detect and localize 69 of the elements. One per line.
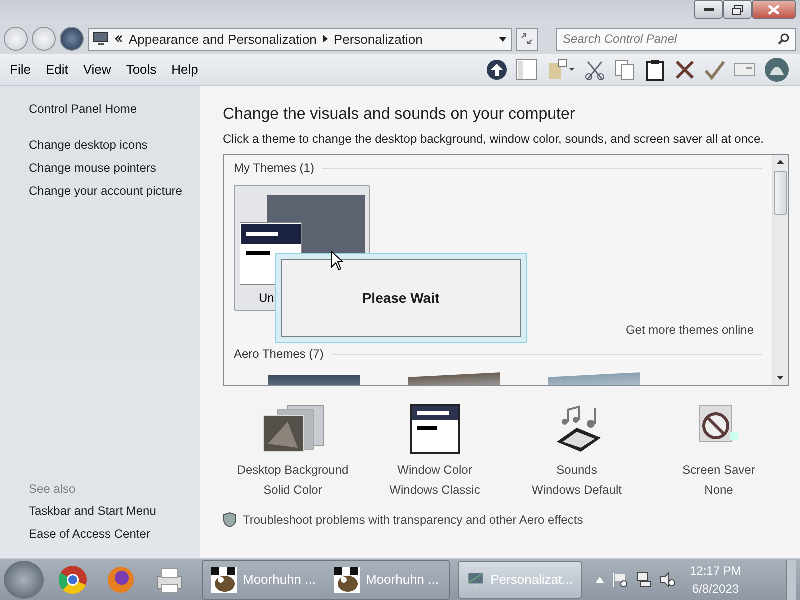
menu-item[interactable]: Edit xyxy=(46,62,68,77)
minimize-icon xyxy=(704,8,714,12)
menu-item[interactable]: Help xyxy=(172,62,198,77)
copy-icon[interactable] xyxy=(614,58,636,80)
get-more-themes-link[interactable]: Get more themes online xyxy=(626,323,754,337)
bird-icon xyxy=(211,566,237,592)
sidebar-link[interactable]: Change desktop icons xyxy=(29,134,200,157)
start-button[interactable] xyxy=(4,560,44,598)
chrome-icon[interactable] xyxy=(58,564,88,594)
close-button[interactable] xyxy=(752,0,796,19)
search-field[interactable]: Search Control Panel xyxy=(556,28,796,50)
sidebar-link[interactable]: Change mouse pointers xyxy=(29,157,200,180)
refresh-icon xyxy=(520,32,534,46)
clipboard-icon[interactable] xyxy=(644,58,666,80)
page-title: Change the visuals and sounds on your computer xyxy=(223,106,576,124)
address-bar[interactable]: Appearance and Personalization Personalization xyxy=(88,28,512,50)
close-icon xyxy=(768,4,780,14)
group-heading: My Themes (1) xyxy=(234,161,314,175)
sidebar-link[interactable]: Ease of Access Center xyxy=(29,523,200,546)
dropdown-icon xyxy=(499,36,507,42)
menu-item[interactable]: Tools xyxy=(126,62,157,77)
window-icon xyxy=(410,404,460,454)
sidebar-link[interactable]: Taskbar and Start Menu xyxy=(29,500,200,523)
clock-date: 6/8/2023 xyxy=(692,580,740,598)
network-icon[interactable] xyxy=(636,572,652,588)
dialog-message: Please Wait xyxy=(281,259,521,337)
menu-item[interactable]: View xyxy=(83,62,112,77)
scroll-up-icon[interactable] xyxy=(777,160,784,164)
x-mark-icon[interactable] xyxy=(674,58,696,80)
search-icon xyxy=(778,32,790,44)
check-mark-icon[interactable] xyxy=(704,58,726,80)
monitor-icon xyxy=(93,32,109,46)
restore-icon xyxy=(732,4,744,14)
pane-icon[interactable] xyxy=(516,58,538,80)
scrollbar-thumb[interactable] xyxy=(774,171,787,215)
chevron-icon xyxy=(115,35,123,43)
theme-setting[interactable]: Window Color Windows Classic xyxy=(365,404,505,500)
firefox-icon[interactable] xyxy=(106,564,136,594)
arrow-right-icon xyxy=(322,35,328,43)
sidebar-link[interactable]: Control Panel Home xyxy=(29,98,200,121)
refresh-button[interactable] xyxy=(516,28,538,50)
breadcrumb[interactable]: Appearance and Personalization xyxy=(129,32,317,46)
up-button[interactable] xyxy=(60,27,84,51)
flag-icon[interactable] xyxy=(612,572,628,588)
clock-time: 12:17 PM xyxy=(690,562,742,580)
folder-icon[interactable] xyxy=(546,58,576,80)
maximize-button[interactable] xyxy=(723,0,752,19)
scissors-icon[interactable] xyxy=(584,58,606,80)
mouse-pointer-icon xyxy=(331,251,344,271)
scroll-down-icon[interactable] xyxy=(777,376,784,380)
instruction-text: Click a theme to change the desktop background, window color, sounds, and screen saver all at once. xyxy=(223,132,765,146)
theme-setting[interactable]: Screen Saver None xyxy=(649,404,789,500)
theme-setting[interactable]: Desktop Background Solid Color xyxy=(223,404,363,500)
troubleshoot-link[interactable]: Troubleshoot problems with transparency and other Aero effects xyxy=(243,513,584,527)
menu-item[interactable]: File xyxy=(10,62,31,77)
forward-button[interactable] xyxy=(32,27,56,51)
shell-icon[interactable] xyxy=(764,56,790,82)
sidebar-link[interactable]: Change your account picture xyxy=(29,180,200,203)
speaker-muted-icon[interactable] xyxy=(660,572,676,588)
theme-setting[interactable]: Sounds Windows Default xyxy=(507,404,647,500)
theme-name: Un xyxy=(259,291,274,305)
bird-icon xyxy=(334,566,360,592)
group-heading: Aero Themes (7) xyxy=(234,347,324,361)
sidebar-heading: See also xyxy=(29,481,77,498)
minimize-button[interactable] xyxy=(694,0,723,19)
back-button[interactable] xyxy=(4,27,28,51)
show-hidden-icons-icon[interactable] xyxy=(596,576,604,582)
breadcrumb[interactable]: Personalization xyxy=(334,32,423,46)
shield-icon xyxy=(223,512,237,528)
